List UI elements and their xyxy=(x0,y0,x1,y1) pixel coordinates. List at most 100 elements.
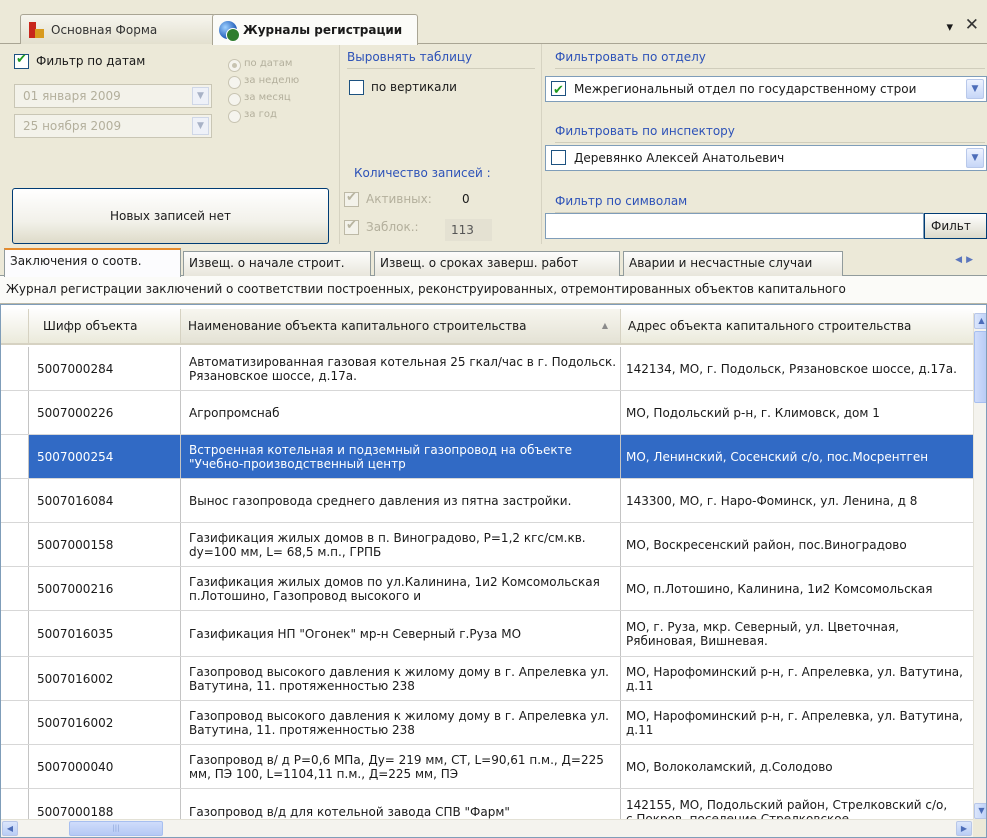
chevron-down-icon[interactable]: ▼ xyxy=(966,148,984,168)
cell-object-address: МО, Нарофоминский р-н, г. Апрелевка, ул.… xyxy=(626,664,963,693)
cell-object-code: 5007000216 xyxy=(29,567,181,610)
cell-object-address: МО, Ленинский, Сосенский с/о, пос.Мосрен… xyxy=(626,449,929,464)
row-selector[interactable] xyxy=(1,479,29,522)
cell-object-code: 5007016084 xyxy=(29,479,181,522)
period-year-radio[interactable] xyxy=(228,110,241,123)
tab-construction-start[interactable]: Извещ. о начале строит. xyxy=(183,251,371,276)
department-combobox[interactable]: Межрегиональный отдел по государственном… xyxy=(545,76,987,102)
row-selector[interactable] xyxy=(1,745,29,788)
form-icon xyxy=(27,21,45,39)
cell-object-code: 5007016002 xyxy=(29,657,181,700)
date-to-value: 25 ноября 2009 xyxy=(23,119,122,133)
symbol-filter-input[interactable] xyxy=(545,213,924,239)
period-month-radio[interactable] xyxy=(228,93,241,106)
department-filter-title: Фильтровать по отделу xyxy=(555,50,706,64)
new-records-label: Новых записей нет xyxy=(109,209,232,223)
divider xyxy=(347,68,535,69)
tab-scroll-arrows-icon[interactable]: ◀▶ xyxy=(955,255,977,265)
align-group-title: Выровнять таблицу xyxy=(347,50,473,64)
chevron-down-icon[interactable]: ▼ xyxy=(192,117,209,135)
table-row[interactable]: 5007000226 Агропромснаб МО, Подольский р-н… xyxy=(1,391,973,435)
column-header-name[interactable]: Наименование объекта капитального строит… xyxy=(181,309,621,343)
vertical-scrollbar[interactable]: ▲ ▼ xyxy=(973,313,986,819)
tab-main-form[interactable]: Основная Форма xyxy=(20,14,216,44)
period-week-label: за неделю xyxy=(244,75,300,86)
arrow-up-icon[interactable]: ▲ xyxy=(974,313,986,329)
inspector-filter-checkbox[interactable] xyxy=(551,150,566,165)
cell-object-name: Автоматизированная газовая котельная 25 … xyxy=(181,347,621,390)
filter-button[interactable]: Фильт xyxy=(924,213,987,239)
row-selector[interactable] xyxy=(1,567,29,610)
date-to-picker[interactable]: 25 ноября 2009 ▼ xyxy=(14,114,212,138)
table-row[interactable]: 5007016035 Газификация НП "Огонек" мр-н С… xyxy=(1,611,973,657)
new-records-button[interactable]: Новых записей нет xyxy=(12,188,329,244)
cell-object-address: МО, Подольский р-н, г. Климовск, дом 1 xyxy=(626,405,880,420)
table-row[interactable]: 5007000254 Встроенная котельная и подземн… xyxy=(1,435,973,479)
active-checkbox[interactable] xyxy=(344,190,359,207)
records-count-title: Количество записей : xyxy=(354,166,491,180)
tab-journals[interactable]: Журналы регистрации xyxy=(212,14,418,45)
cell-object-address: МО, г. Руза, мкр. Северный, ул. Цветочна… xyxy=(626,619,900,648)
arrow-left-icon[interactable]: ◀ xyxy=(2,821,18,836)
date-filter-label: Фильтр по датам xyxy=(36,54,146,68)
table-row[interactable]: 5007000040 Газопровод в/ д Р=0,6 МПа, Ду=… xyxy=(1,745,973,789)
tab-main-form-label: Основная Форма xyxy=(51,22,158,37)
date-from-picker[interactable]: 01 января 2009 ▼ xyxy=(14,84,212,108)
period-by-dates-radio[interactable] xyxy=(228,59,241,72)
tab-completion-terms[interactable]: Извещ. о сроках заверш. работ xyxy=(374,251,620,276)
table-row[interactable]: 5007016002 Газопровод высокого давления к… xyxy=(1,657,973,701)
department-filter-checkbox[interactable] xyxy=(551,79,566,101)
table-row[interactable]: 5007000158 Газификация жилых домов в п. В… xyxy=(1,523,973,567)
blocked-checkbox[interactable] xyxy=(344,218,359,235)
table-row[interactable]: 5007016084 Вынос газопровода среднего дав… xyxy=(1,479,973,523)
inspector-filter-title: Фильтровать по инспектору xyxy=(555,124,735,138)
date-from-value: 01 января 2009 xyxy=(23,89,121,103)
divider xyxy=(541,44,542,244)
date-filter-checkbox[interactable] xyxy=(14,52,29,69)
row-selector[interactable] xyxy=(1,657,29,700)
globe-journal-icon xyxy=(219,21,240,42)
row-selector[interactable] xyxy=(1,611,29,656)
inspector-combobox[interactable]: Деревянко Алексей Анатольевич ▼ xyxy=(545,145,987,171)
period-month-label: за месяц xyxy=(244,92,291,103)
journal-description: Журнал регистрации заключений о соответс… xyxy=(0,276,987,304)
divider xyxy=(555,142,985,143)
row-selector[interactable] xyxy=(1,701,29,744)
tab-conclusions[interactable]: Заключения о соотв. xyxy=(4,248,181,277)
horizontal-scroll-thumb[interactable]: ||| xyxy=(69,821,163,836)
horizontal-scrollbar[interactable]: ◀ ||| ▶ xyxy=(1,819,973,837)
table-row[interactable]: 5007000216 Газификация жилых домов по ул.… xyxy=(1,567,973,611)
sort-ascending-icon: ▲ xyxy=(601,321,608,330)
period-week-radio[interactable] xyxy=(228,76,241,89)
tab-construction-start-label: Извещ. о начале строит. xyxy=(189,256,345,270)
arrow-down-icon[interactable]: ▼ xyxy=(974,803,986,819)
row-selector[interactable] xyxy=(1,347,29,390)
cell-object-name: Газификация жилых домов в п. Виноградово… xyxy=(181,523,621,566)
department-value: Межрегиональный отдел по государственном… xyxy=(574,82,917,96)
scrollbar-corner xyxy=(973,819,986,837)
cell-object-name: Газификация НП "Огонек" мр-н Северный г.… xyxy=(181,611,621,656)
table-row[interactable]: 5007000284 Автоматизированная газовая кот… xyxy=(1,347,973,391)
chevron-down-icon[interactable]: ▼ xyxy=(192,87,209,105)
row-selector[interactable] xyxy=(1,523,29,566)
arrow-right-icon[interactable]: ▶ xyxy=(956,821,972,836)
cell-object-name: Агропромснаб xyxy=(181,391,621,434)
tab-menu-arrow-icon[interactable]: ▾ xyxy=(946,20,953,35)
cell-object-code: 5007016002 xyxy=(29,701,181,744)
align-vertical-checkbox[interactable] xyxy=(349,80,364,95)
vertical-scroll-thumb[interactable] xyxy=(974,331,986,403)
blocked-label: Заблок.: xyxy=(366,220,419,234)
table-row[interactable]: 5007016002 Газопровод высокого давления к… xyxy=(1,701,973,745)
row-selector[interactable] xyxy=(1,391,29,434)
document-tab-bar: Основная Форма Журналы регистрации ▾ ✕ xyxy=(0,0,987,45)
tab-accidents[interactable]: Аварии и несчастные случаи xyxy=(623,251,843,276)
period-year-label: за год xyxy=(244,109,277,120)
column-header-code[interactable]: Шифр объекта xyxy=(29,309,181,343)
column-header-address[interactable]: Адрес объекта капитального строительства xyxy=(621,309,973,343)
blocked-count: 113 xyxy=(445,219,492,241)
cell-object-code: 5007000040 xyxy=(29,745,181,788)
cell-object-address: МО, п.Лотошино, Калинина, 1и2 Комсомольс… xyxy=(626,581,933,596)
row-selector[interactable] xyxy=(1,435,29,478)
chevron-down-icon[interactable]: ▼ xyxy=(966,79,984,99)
close-icon[interactable]: ✕ xyxy=(965,15,979,35)
